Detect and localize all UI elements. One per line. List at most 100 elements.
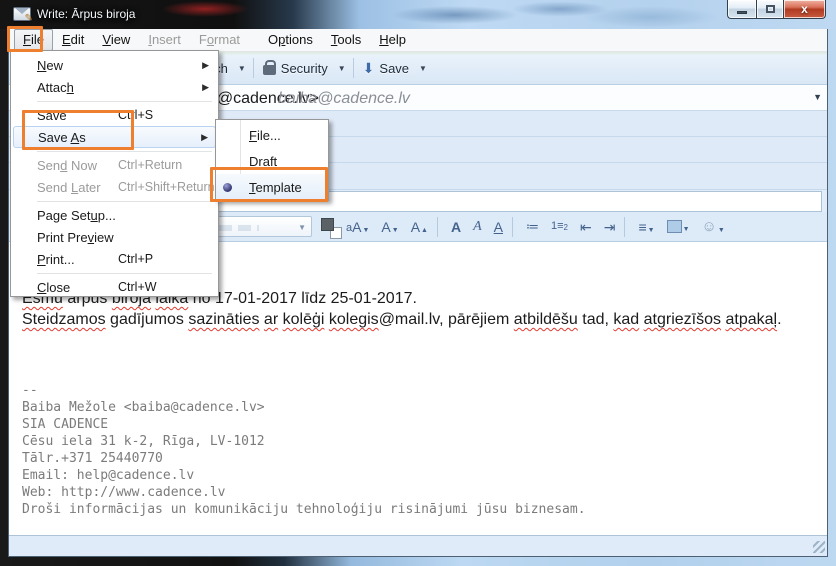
misspelled-word: kolēģi [283, 311, 325, 328]
misspelled-word: atgriezīšos [644, 311, 721, 328]
smiley-icon: ☺ [702, 219, 717, 234]
annotation-box-template [210, 167, 328, 202]
menubar-item-view[interactable]: View [93, 29, 139, 51]
italic-button[interactable]: A [469, 218, 486, 236]
toolbar-separator [253, 58, 254, 78]
signature-line: SIA CADENCE [22, 417, 827, 434]
menu-item-send-now[interactable]: Send NowCtrl+Return [13, 154, 216, 176]
insert-table-button[interactable]: ▼ [663, 218, 694, 235]
menu-item-print-preview[interactable]: Print Preview [13, 226, 216, 248]
message-text-segment: no 17-01-2017 līdz 25-01-2017. [188, 290, 417, 307]
menu-item-attach[interactable]: Attach ▶ [13, 76, 216, 98]
menu-item-new[interactable]: New ▶ [13, 54, 216, 76]
menubar-item-tools[interactable]: Tools [322, 29, 370, 51]
title-bar[interactable]: Write: Ārpus biroja [0, 0, 836, 29]
menu-item-label: Page Setup... [37, 208, 118, 223]
from-dropdown-arrow[interactable]: ▼ [813, 92, 822, 102]
foreground-color-swatch [321, 218, 334, 231]
save-button[interactable]: ⬇ Save [357, 57, 415, 80]
alignment-button[interactable]: ≡▼ [634, 218, 658, 236]
menubar-item-edit[interactable]: Edit [53, 29, 93, 51]
increase-font-size-button[interactable]: A▲ [407, 218, 432, 236]
close-icon: x [801, 2, 808, 16]
write-window: Write: Ārpus biroja x FileEditViewInsert… [0, 0, 836, 566]
signature-block: --Baiba Mežole <baiba@cadence.lv>SIA CAD… [22, 383, 827, 519]
submenu-arrow-icon: ▶ [202, 60, 209, 71]
menu-item-shortcut: Ctrl+W [118, 280, 157, 294]
signature-line: Cēsu iela 31 k-2, Rīga, LV-1012 [22, 434, 827, 451]
maximize-button[interactable] [756, 0, 784, 19]
submenu-arrow-icon: ▶ [201, 132, 208, 143]
submenu-item-file[interactable]: File... [216, 122, 328, 148]
font-select-dropdown-arrow: ▼ [298, 223, 306, 232]
menu-bar: FileEditViewInsertFormatOptionsToolsHelp [9, 29, 827, 52]
menu-item-label: Send Now [37, 158, 118, 173]
menu-item-print[interactable]: Print...Ctrl+P [13, 248, 216, 270]
menu-item-close[interactable]: CloseCtrl+W [13, 276, 216, 298]
annotation-box-save-as [22, 110, 134, 150]
menu-item-shortcut: Ctrl+Return [118, 158, 182, 172]
message-text-segment: gadījumos [106, 311, 189, 328]
from-address: baiba@cadence.lv [278, 90, 410, 108]
save-arrow-icon: ⬇ [363, 61, 375, 75]
lock-icon [263, 65, 276, 75]
menubar-item-insert[interactable]: Insert [139, 29, 190, 51]
security-button[interactable]: Security [257, 57, 334, 80]
misspelled-word: atbildēšu [514, 311, 578, 328]
bullet-list-button[interactable]: ≔ [522, 218, 543, 235]
attach-dropdown-arrow[interactable]: ▼ [234, 64, 250, 73]
numbered-list-button[interactable]: 1≡2 [547, 219, 572, 234]
toolbar-separator [624, 217, 625, 237]
submenu-arrow-icon: ▶ [202, 82, 209, 93]
file-menu: New▶Attach▶SaveCtrl+SSave As▶Send NowCtr… [10, 50, 219, 297]
menu-item-page-setup[interactable]: Page Setup... [13, 204, 216, 226]
bold-button[interactable]: A [447, 218, 465, 236]
signature-line: Baiba Mežole <baiba@cadence.lv> [22, 400, 827, 417]
indent-button[interactable]: ⇥ [600, 218, 620, 236]
toolbar-separator [353, 58, 354, 78]
security-dropdown-arrow[interactable]: ▼ [334, 64, 350, 73]
misspelled-word: sazināties [188, 311, 259, 328]
minimize-button[interactable] [727, 0, 756, 19]
text-color-picker[interactable] [321, 218, 338, 235]
font-size-button[interactable]: aA▼ [342, 218, 373, 236]
signature-line: Email: help@cadence.lv [22, 468, 827, 485]
menubar-item-help[interactable]: Help [370, 29, 415, 51]
menu-item-send-later[interactable]: Send LaterCtrl+Shift+Return [13, 176, 216, 198]
misspelled-word: kad [613, 311, 639, 328]
menu-item-shortcut: Ctrl+Shift+Return [118, 180, 215, 194]
signature-line: -- [22, 383, 827, 400]
smiley-button[interactable]: ☺▼ [698, 217, 729, 236]
window-title: Write: Ārpus biroja [37, 7, 135, 21]
maximize-icon [766, 5, 775, 13]
menu-item-label: Send Later [37, 180, 118, 195]
minimize-icon [737, 11, 747, 14]
toolbar-separator [437, 217, 438, 237]
security-button-label: Security [281, 61, 328, 76]
resize-grip[interactable] [813, 541, 825, 553]
menu-item-label: Print Preview [37, 230, 118, 245]
submenu-item-label: File... [249, 128, 281, 143]
menu-item-label: New [37, 58, 118, 73]
menubar-item-format[interactable]: Format [190, 29, 249, 51]
decrease-font-size-button[interactable]: A▼ [377, 218, 402, 236]
underline-button[interactable]: A [490, 218, 507, 236]
message-text-segment: @mail.lv, pārējiem [379, 311, 514, 328]
message-text-segment: . [777, 311, 781, 328]
misspelled-word: Steidzamos [22, 311, 106, 328]
menubar-item-options[interactable]: Options [259, 29, 322, 51]
status-bar [9, 535, 827, 556]
compose-mail-icon [13, 7, 31, 21]
save-dropdown-arrow[interactable]: ▼ [415, 64, 431, 73]
blank-line [22, 353, 827, 374]
menu-item-label: Attach [37, 80, 118, 95]
outdent-button[interactable]: ⇤ [576, 218, 596, 236]
misspelled-word: kolegis [329, 311, 379, 328]
menu-item-label: Print... [37, 252, 118, 267]
misspelled-word: atpakaļ [725, 311, 777, 328]
close-button[interactable]: x [784, 0, 826, 19]
menu-item-label: Close [37, 280, 118, 295]
annotation-box-file [7, 26, 43, 52]
message-text-segment: tad, [578, 311, 614, 328]
toolbar-separator [512, 217, 513, 237]
